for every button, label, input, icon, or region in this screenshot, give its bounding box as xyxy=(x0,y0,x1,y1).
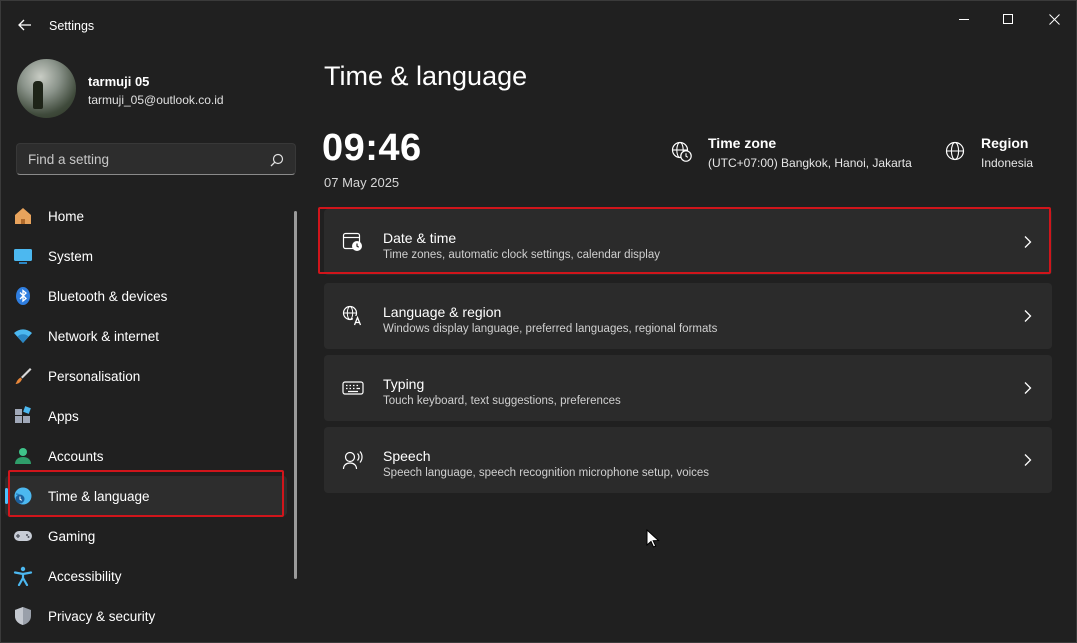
card-title: Speech xyxy=(383,448,431,464)
sidebar-scrollbar[interactable] xyxy=(294,211,297,579)
sidebar-item-network[interactable]: Network & internet xyxy=(5,316,287,356)
calendar-clock-icon xyxy=(342,231,364,253)
back-button[interactable] xyxy=(15,15,35,35)
sidebar-item-apps[interactable]: Apps xyxy=(5,396,287,436)
sidebar-item-label: Accounts xyxy=(48,448,104,464)
sidebar-item-label: Network & internet xyxy=(48,328,160,344)
maximize-icon xyxy=(1002,13,1013,24)
sidebar-item-home[interactable]: Home xyxy=(5,196,287,236)
sidebar-item-label: Bluetooth & devices xyxy=(48,288,168,304)
speech-card[interactable]: Speech Speech language, speech recogniti… xyxy=(324,427,1052,493)
apps-icon xyxy=(13,406,33,426)
time-zone-title: Time zone xyxy=(708,135,777,151)
chevron-right-icon xyxy=(1024,454,1032,466)
profile-name: tarmuji 05 xyxy=(88,74,150,89)
accessibility-icon xyxy=(13,566,33,586)
date-time-card[interactable]: Date & time Time zones, automatic clock … xyxy=(324,209,1052,275)
keyboard-icon xyxy=(342,377,364,399)
current-date: 07 May 2025 xyxy=(324,175,400,190)
sidebar-item-label: Time & language xyxy=(48,488,150,504)
sidebar-item-system[interactable]: System xyxy=(5,236,287,276)
title-bar: Settings xyxy=(1,1,1076,51)
close-icon xyxy=(1048,13,1060,25)
card-description: Speech language, speech recognition micr… xyxy=(383,467,710,479)
maximize-button[interactable] xyxy=(985,9,1031,29)
card-description: Touch keyboard, text suggestions, prefer… xyxy=(383,395,621,407)
sidebar-item-bluetooth[interactable]: Bluetooth & devices xyxy=(5,276,287,316)
sidebar-item-label: Gaming xyxy=(48,528,96,544)
back-arrow-icon xyxy=(18,19,31,31)
sidebar-nav: Home System Bluetooth & devices Network … xyxy=(5,196,287,636)
card-description: Time zones, automatic clock settings, ca… xyxy=(383,249,660,261)
minimize-button[interactable] xyxy=(941,9,987,29)
page-title: Time & language xyxy=(324,61,528,91)
sidebar-item-label: System xyxy=(48,248,94,264)
minimize-icon xyxy=(958,18,969,20)
sidebar-item-label: Accessibility xyxy=(48,568,122,584)
sidebar-item-label: Personalisation xyxy=(48,368,141,384)
card-title: Date & time xyxy=(383,230,457,246)
sidebar-item-personalisation[interactable]: Personalisation xyxy=(5,356,287,396)
bluetooth-icon xyxy=(13,286,33,306)
user-profile[interactable]: tarmuji 05 tarmuji_05@outlook.co.id xyxy=(17,59,297,119)
close-button[interactable] xyxy=(1031,9,1077,29)
search-input[interactable] xyxy=(17,144,257,174)
chevron-right-icon xyxy=(1024,236,1032,248)
profile-email: tarmuji_05@outlook.co.id xyxy=(88,93,224,107)
chevron-right-icon xyxy=(1024,382,1032,394)
region-title: Region xyxy=(981,135,1029,151)
time-language-icon xyxy=(13,486,33,506)
avatar xyxy=(17,59,76,118)
gaming-icon xyxy=(13,526,33,546)
settings-window: Settings tarmuji 05 tarmuji_05@outlook.c… xyxy=(0,0,1077,643)
sidebar-item-time-language[interactable]: Time & language xyxy=(5,476,287,516)
home-icon xyxy=(13,206,33,226)
sidebar-item-gaming[interactable]: Gaming xyxy=(5,516,287,556)
typing-card[interactable]: Typing Touch keyboard, text suggestions,… xyxy=(324,355,1052,421)
language-region-card[interactable]: Language & region Windows display langua… xyxy=(324,283,1052,349)
globe-icon xyxy=(945,141,965,161)
brush-icon xyxy=(13,366,33,386)
time-zone-value: (UTC+07:00) Bangkok, Hanoi, Jakarta xyxy=(708,156,912,170)
sidebar-item-accounts[interactable]: Accounts xyxy=(5,436,287,476)
chevron-right-icon xyxy=(1024,310,1032,322)
sidebar-item-accessibility[interactable]: Accessibility xyxy=(5,556,287,596)
card-description: Windows display language, preferred lang… xyxy=(383,323,718,335)
search-icon[interactable] xyxy=(270,153,284,167)
sidebar-item-label: Privacy & security xyxy=(48,608,156,624)
region-value: Indonesia xyxy=(981,156,1034,170)
sidebar-item-privacy[interactable]: Privacy & security xyxy=(5,596,287,636)
card-title: Typing xyxy=(383,376,425,392)
shield-icon xyxy=(13,606,33,626)
language-icon xyxy=(342,305,364,327)
sidebar-item-label: Home xyxy=(48,208,85,224)
sidebar-item-label: Apps xyxy=(48,408,79,424)
search-box xyxy=(16,143,296,175)
mouse-cursor-icon xyxy=(646,529,660,548)
current-time: 09:46 xyxy=(322,127,422,169)
app-title: Settings xyxy=(49,19,95,33)
accounts-icon xyxy=(13,446,33,466)
card-title: Language & region xyxy=(383,304,502,320)
wifi-icon xyxy=(13,326,33,346)
system-icon xyxy=(13,246,33,266)
globe-clock-icon xyxy=(671,141,692,162)
speech-icon xyxy=(342,449,364,471)
